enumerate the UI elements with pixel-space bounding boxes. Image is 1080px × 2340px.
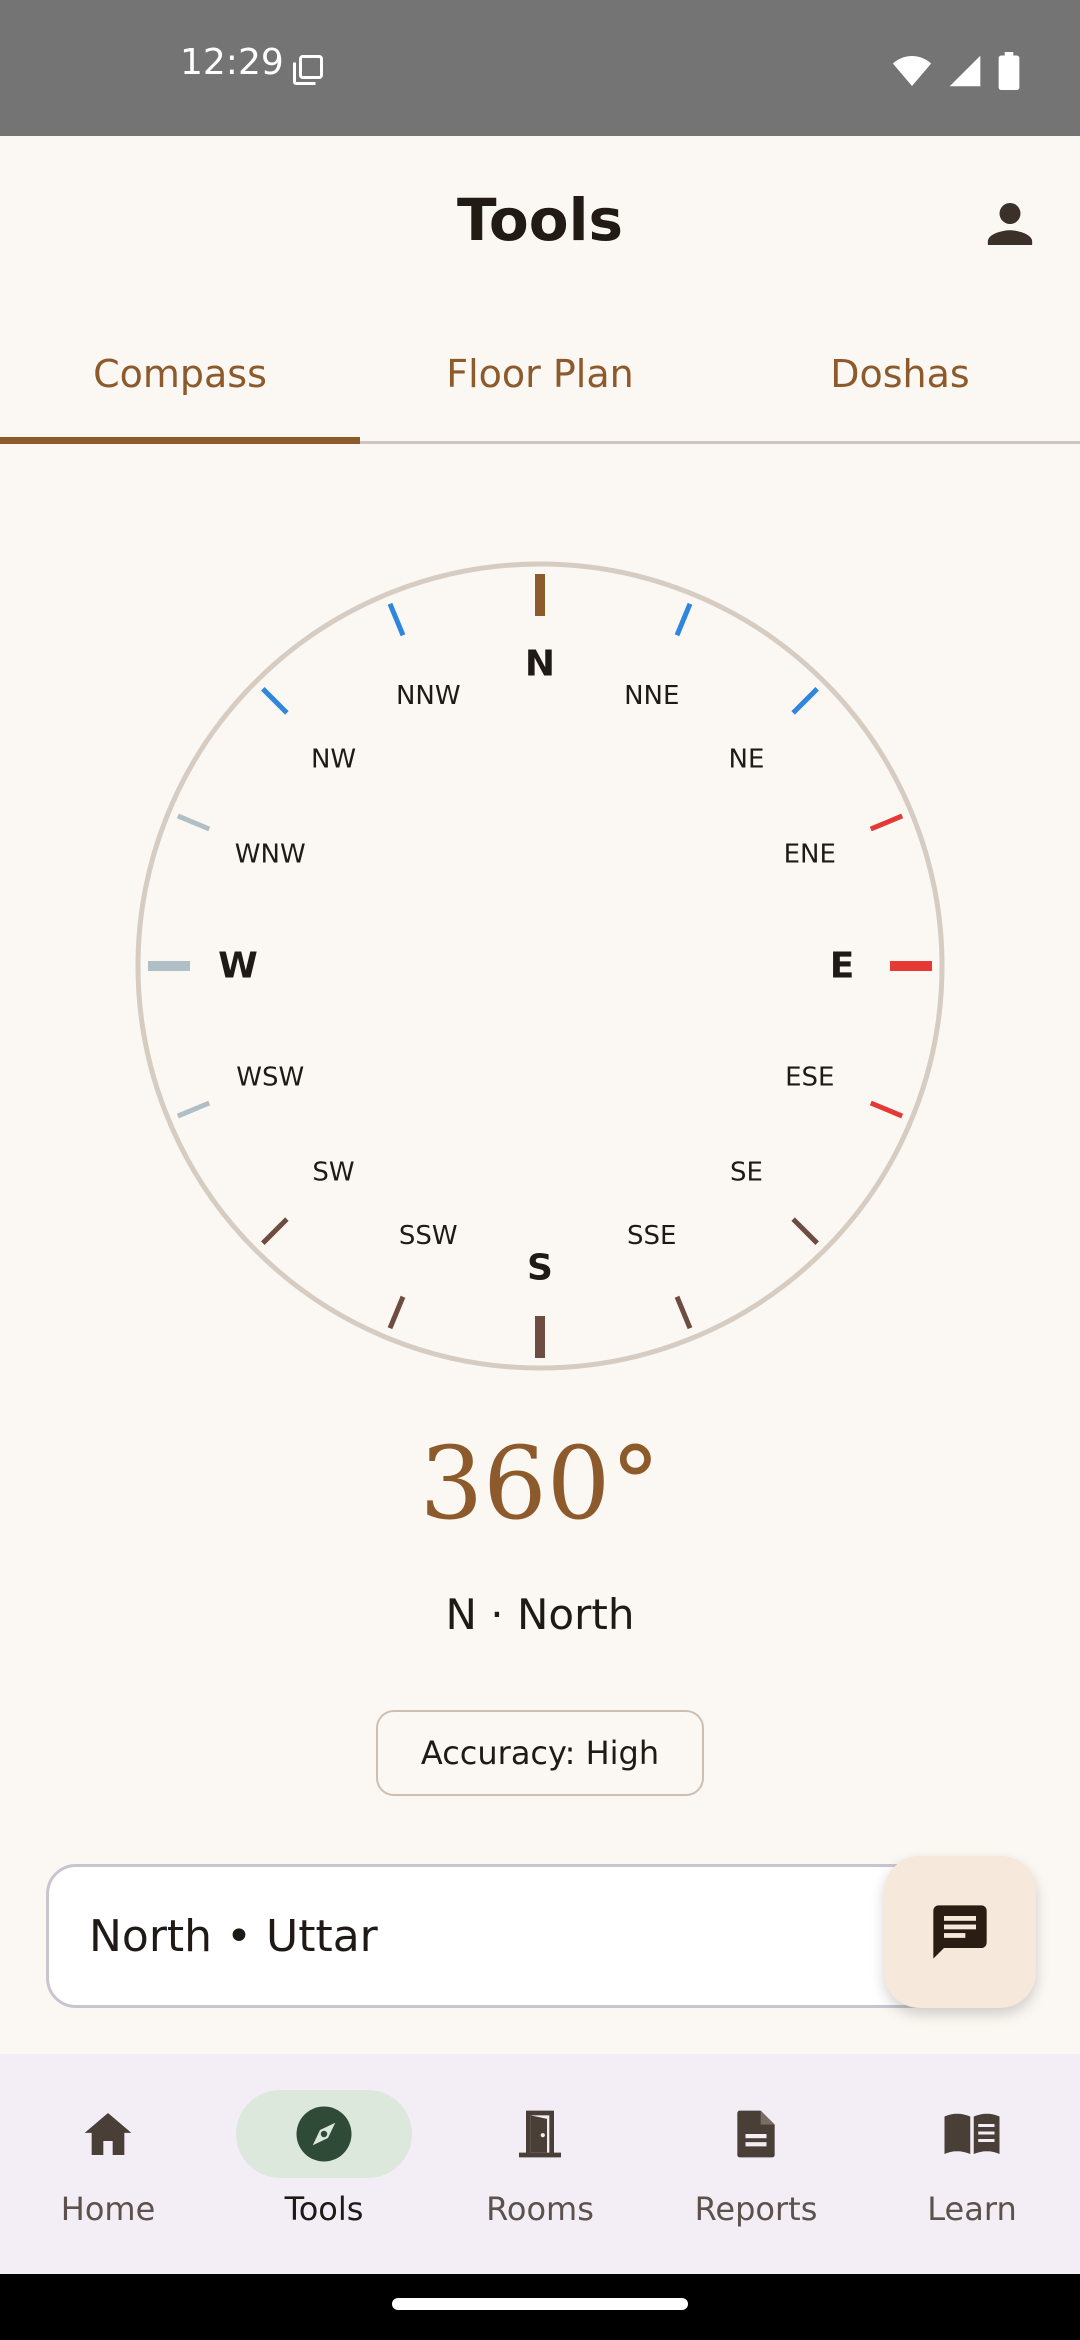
- book-icon: [944, 2113, 1000, 2154]
- nav-reports[interactable]: Reports: [648, 2054, 864, 2274]
- status-icons: [892, 52, 1020, 90]
- top-app-bar: Tools: [0, 136, 1080, 306]
- system-gesture-bar: [0, 2274, 1080, 2340]
- nav-tools[interactable]: Tools: [216, 2054, 432, 2274]
- bottom-navigation: Home Tools Rooms Reports Learn: [0, 2054, 1080, 2274]
- nav-rooms[interactable]: Rooms: [432, 2054, 648, 2274]
- accuracy-chip[interactable]: Accuracy: High: [376, 1710, 704, 1796]
- tab-bar: Compass Floor Plan Doshas: [0, 306, 1080, 444]
- tab-doshas[interactable]: Doshas: [720, 306, 1080, 441]
- tick-wnw: [176, 813, 211, 832]
- tick-sw: [261, 1217, 289, 1245]
- person-icon: [987, 203, 1033, 245]
- tab-floor-plan[interactable]: Floor Plan: [360, 306, 720, 441]
- signal-icon: [949, 55, 981, 87]
- direction-label-s: S: [527, 1248, 553, 1289]
- battery-icon: [998, 52, 1020, 90]
- tab-compass[interactable]: Compass: [0, 306, 360, 444]
- chat-icon: [933, 1905, 987, 1959]
- direction-label-nnw: NNW: [396, 681, 461, 711]
- nav-tools-label: Tools: [284, 2190, 364, 2228]
- chat-button[interactable]: [884, 1856, 1036, 2008]
- direction-label-ese: ESE: [785, 1063, 834, 1093]
- nav-home-label: Home: [60, 2190, 156, 2228]
- tick-nnw: [387, 602, 406, 637]
- tick-se: [791, 1217, 819, 1245]
- compass-icon: [296, 2106, 352, 2162]
- direction-label-ene: ENE: [784, 839, 836, 869]
- nav-learn[interactable]: Learn: [864, 2054, 1080, 2274]
- nav-reports-label: Reports: [694, 2190, 818, 2228]
- direction-label-e: E: [830, 946, 855, 987]
- direction-label-se: SE: [730, 1157, 763, 1187]
- compass-dial: N NNE NE ENE E ESE SE SSE S SSW SW WSW W WNW NW NNW: [134, 560, 946, 1372]
- direction-label-sse: SSE: [627, 1221, 676, 1251]
- gesture-handle[interactable]: [392, 2298, 688, 2310]
- status-time: 12:29: [180, 42, 284, 83]
- heading-degrees: 360°: [419, 1425, 661, 1542]
- direction-label-ne: NE: [729, 745, 765, 775]
- home-icon: [84, 2113, 132, 2155]
- screenshot-notification-icon: [293, 55, 323, 85]
- direction-label-sw: SW: [312, 1157, 354, 1187]
- wifi-icon: [892, 56, 932, 86]
- status-bar: 12:29: [0, 0, 1080, 136]
- nav-home[interactable]: Home: [0, 2054, 216, 2274]
- profile-button[interactable]: [974, 188, 1046, 260]
- direction-label-nne: NNE: [624, 681, 679, 711]
- document-icon: [737, 2110, 775, 2158]
- heading-direction: N · North: [445, 1590, 635, 1639]
- tick-ssw: [387, 1295, 406, 1330]
- tick-ene: [869, 813, 904, 832]
- direction-card-text: North • Uttar: [89, 1910, 378, 1962]
- door-icon: [519, 2110, 561, 2158]
- tick-sse: [674, 1295, 693, 1330]
- tick-nw: [261, 687, 289, 715]
- nav-rooms-label: Rooms: [486, 2190, 594, 2228]
- direction-label-w: W: [218, 946, 258, 987]
- tick-ne: [791, 687, 819, 715]
- nav-learn-label: Learn: [927, 2190, 1017, 2228]
- direction-label-nw: NW: [311, 745, 356, 775]
- tick-ese: [869, 1100, 904, 1119]
- direction-label-ssw: SSW: [399, 1221, 458, 1251]
- direction-label-n: N: [525, 644, 555, 685]
- page-title: Tools: [457, 186, 623, 254]
- compass-svg: N NNE NE ENE E ESE SE SSE S SSW SW WSW W WNW NW NNW: [135, 561, 945, 1371]
- direction-label-wsw: WSW: [236, 1063, 304, 1093]
- tick-nne: [674, 602, 693, 637]
- direction-card[interactable]: North • Uttar: [46, 1864, 946, 2008]
- direction-label-wnw: WNW: [235, 839, 306, 869]
- tick-wsw: [176, 1100, 211, 1119]
